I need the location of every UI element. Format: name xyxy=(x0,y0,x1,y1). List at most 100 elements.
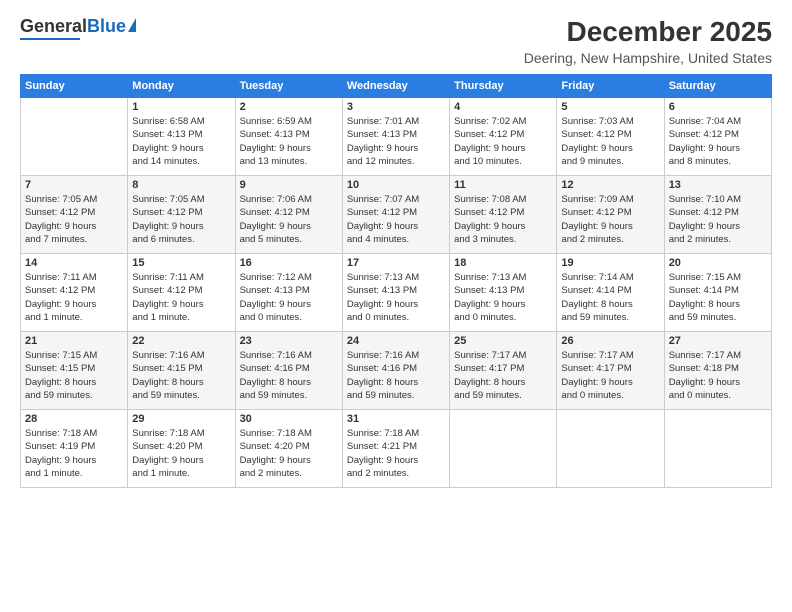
subtitle: Deering, New Hampshire, United States xyxy=(524,50,772,66)
header: General Blue December 2025 Deering, New … xyxy=(20,16,772,66)
day-number: 30 xyxy=(240,413,338,425)
calendar-week-1: 1 Sunrise: 6:58 AMSunset: 4:13 PMDaylight… xyxy=(21,98,772,176)
logo-blue: Blue xyxy=(87,16,126,37)
calendar-cell: 24 Sunrise: 7:16 AMSunset: 4:16 PMDayligh… xyxy=(342,332,449,410)
calendar-header-row: SundayMondayTuesdayWednesdayThursdayFrid… xyxy=(21,75,772,98)
page: General Blue December 2025 Deering, New … xyxy=(0,0,792,612)
day-info: Sunrise: 7:18 AMSunset: 4:20 PMDaylight:… xyxy=(240,427,338,480)
logo: General Blue xyxy=(20,16,136,40)
day-info: Sunrise: 7:13 AMSunset: 4:13 PMDaylight:… xyxy=(347,271,445,324)
day-number: 7 xyxy=(25,179,123,191)
calendar-cell: 8 Sunrise: 7:05 AMSunset: 4:12 PMDaylight… xyxy=(128,176,235,254)
day-number: 26 xyxy=(561,335,659,347)
day-number: 9 xyxy=(240,179,338,191)
day-info: Sunrise: 7:16 AMSunset: 4:16 PMDaylight:… xyxy=(240,349,338,402)
day-info: Sunrise: 7:05 AMSunset: 4:12 PMDaylight:… xyxy=(25,193,123,246)
calendar-cell: 14Sunrise: 7:11 AMSunset: 4:12 PMDayligh… xyxy=(21,254,128,332)
day-number: 5 xyxy=(561,101,659,113)
day-info: Sunrise: 7:14 AMSunset: 4:14 PMDaylight:… xyxy=(561,271,659,324)
day-number: 31 xyxy=(347,413,445,425)
day-info: Sunrise: 7:16 AMSunset: 4:16 PMDaylight:… xyxy=(347,349,445,402)
calendar-cell: 23 Sunrise: 7:16 AMSunset: 4:16 PMDayligh… xyxy=(235,332,342,410)
day-number: 6 xyxy=(669,101,767,113)
calendar-cell: 20 Sunrise: 7:15 AMSunset: 4:14 PMDayligh… xyxy=(664,254,771,332)
day-number: 21 xyxy=(25,335,123,347)
calendar-header-monday: Monday xyxy=(128,75,235,98)
day-number: 28 xyxy=(25,413,123,425)
calendar-week-4: 21 Sunrise: 7:15 AMSunset: 4:15 PMDayligh… xyxy=(21,332,772,410)
calendar-cell: 28 Sunrise: 7:18 AMSunset: 4:19 PMDayligh… xyxy=(21,410,128,488)
day-info: Sunrise: 7:08 AMSunset: 4:12 PMDaylight:… xyxy=(454,193,552,246)
calendar-header-friday: Friday xyxy=(557,75,664,98)
calendar-cell: 26 Sunrise: 7:17 AMSunset: 4:17 PMDayligh… xyxy=(557,332,664,410)
day-number: 18 xyxy=(454,257,552,269)
day-number: 8 xyxy=(132,179,230,191)
day-info: Sunrise: 7:10 AMSunset: 4:12 PMDaylight:… xyxy=(669,193,767,246)
calendar-cell: 6 Sunrise: 7:04 AMSunset: 4:12 PMDaylight… xyxy=(664,98,771,176)
day-number: 10 xyxy=(347,179,445,191)
day-number: 23 xyxy=(240,335,338,347)
day-number: 4 xyxy=(454,101,552,113)
calendar-table: SundayMondayTuesdayWednesdayThursdayFrid… xyxy=(20,74,772,488)
day-number: 15 xyxy=(132,257,230,269)
calendar-cell: 13 Sunrise: 7:10 AMSunset: 4:12 PMDayligh… xyxy=(664,176,771,254)
calendar-cell: 17 Sunrise: 7:13 AMSunset: 4:13 PMDayligh… xyxy=(342,254,449,332)
day-number: 29 xyxy=(132,413,230,425)
day-info: Sunrise: 7:12 AMSunset: 4:13 PMDaylight:… xyxy=(240,271,338,324)
day-number: 1 xyxy=(132,101,230,113)
day-number: 2 xyxy=(240,101,338,113)
day-number: 24 xyxy=(347,335,445,347)
day-info: Sunrise: 6:58 AMSunset: 4:13 PMDaylight:… xyxy=(132,115,230,168)
calendar-header-sunday: Sunday xyxy=(21,75,128,98)
day-number: 16 xyxy=(240,257,338,269)
day-info: Sunrise: 7:06 AMSunset: 4:12 PMDaylight:… xyxy=(240,193,338,246)
calendar-cell: 2 Sunrise: 6:59 AMSunset: 4:13 PMDaylight… xyxy=(235,98,342,176)
day-info: Sunrise: 7:02 AMSunset: 4:12 PMDaylight:… xyxy=(454,115,552,168)
day-info: Sunrise: 7:09 AMSunset: 4:12 PMDaylight:… xyxy=(561,193,659,246)
day-info: Sunrise: 6:59 AMSunset: 4:13 PMDaylight:… xyxy=(240,115,338,168)
day-number: 17 xyxy=(347,257,445,269)
day-number: 11 xyxy=(454,179,552,191)
day-info: Sunrise: 7:17 AMSunset: 4:18 PMDaylight:… xyxy=(669,349,767,402)
day-number: 27 xyxy=(669,335,767,347)
calendar-cell: 25Sunrise: 7:17 AMSunset: 4:17 PMDayligh… xyxy=(450,332,557,410)
calendar-cell: 15Sunrise: 7:11 AMSunset: 4:12 PMDayligh… xyxy=(128,254,235,332)
calendar-header-wednesday: Wednesday xyxy=(342,75,449,98)
day-info: Sunrise: 7:05 AMSunset: 4:12 PMDaylight:… xyxy=(132,193,230,246)
calendar-cell: 12Sunrise: 7:09 AMSunset: 4:12 PMDayligh… xyxy=(557,176,664,254)
calendar-cell: 5Sunrise: 7:03 AMSunset: 4:12 PMDaylight… xyxy=(557,98,664,176)
day-info: Sunrise: 7:13 AMSunset: 4:13 PMDaylight:… xyxy=(454,271,552,324)
calendar-cell: 10 Sunrise: 7:07 AMSunset: 4:12 PMDayligh… xyxy=(342,176,449,254)
calendar-cell: 3 Sunrise: 7:01 AMSunset: 4:13 PMDaylight… xyxy=(342,98,449,176)
day-info: Sunrise: 7:15 AMSunset: 4:14 PMDaylight:… xyxy=(669,271,767,324)
day-number: 25 xyxy=(454,335,552,347)
calendar-week-5: 28 Sunrise: 7:18 AMSunset: 4:19 PMDayligh… xyxy=(21,410,772,488)
day-number: 3 xyxy=(347,101,445,113)
calendar-header-thursday: Thursday xyxy=(450,75,557,98)
calendar-cell: 1 Sunrise: 6:58 AMSunset: 4:13 PMDaylight… xyxy=(128,98,235,176)
calendar-cell xyxy=(664,410,771,488)
calendar-cell: 29 Sunrise: 7:18 AMSunset: 4:20 PMDayligh… xyxy=(128,410,235,488)
day-number: 13 xyxy=(669,179,767,191)
calendar-header-tuesday: Tuesday xyxy=(235,75,342,98)
day-info: Sunrise: 7:07 AMSunset: 4:12 PMDaylight:… xyxy=(347,193,445,246)
calendar-cell: 27 Sunrise: 7:17 AMSunset: 4:18 PMDayligh… xyxy=(664,332,771,410)
day-info: Sunrise: 7:15 AMSunset: 4:15 PMDaylight:… xyxy=(25,349,123,402)
calendar-cell: 4 Sunrise: 7:02 AMSunset: 4:12 PMDaylight… xyxy=(450,98,557,176)
calendar-cell xyxy=(450,410,557,488)
calendar-cell: 19 Sunrise: 7:14 AMSunset: 4:14 PMDayligh… xyxy=(557,254,664,332)
calendar-header-saturday: Saturday xyxy=(664,75,771,98)
logo-underline xyxy=(20,38,80,40)
day-info: Sunrise: 7:11 AMSunset: 4:12 PMDaylight:… xyxy=(25,271,123,324)
day-info: Sunrise: 7:04 AMSunset: 4:12 PMDaylight:… xyxy=(669,115,767,168)
day-info: Sunrise: 7:01 AMSunset: 4:13 PMDaylight:… xyxy=(347,115,445,168)
calendar-cell: 21 Sunrise: 7:15 AMSunset: 4:15 PMDayligh… xyxy=(21,332,128,410)
logo-text: General Blue xyxy=(20,16,136,37)
calendar-cell: 22Sunrise: 7:16 AMSunset: 4:15 PMDayligh… xyxy=(128,332,235,410)
calendar-cell xyxy=(21,98,128,176)
day-info: Sunrise: 7:18 AMSunset: 4:20 PMDaylight:… xyxy=(132,427,230,480)
day-info: Sunrise: 7:18 AMSunset: 4:19 PMDaylight:… xyxy=(25,427,123,480)
day-info: Sunrise: 7:17 AMSunset: 4:17 PMDaylight:… xyxy=(561,349,659,402)
day-number: 20 xyxy=(669,257,767,269)
day-number: 19 xyxy=(561,257,659,269)
